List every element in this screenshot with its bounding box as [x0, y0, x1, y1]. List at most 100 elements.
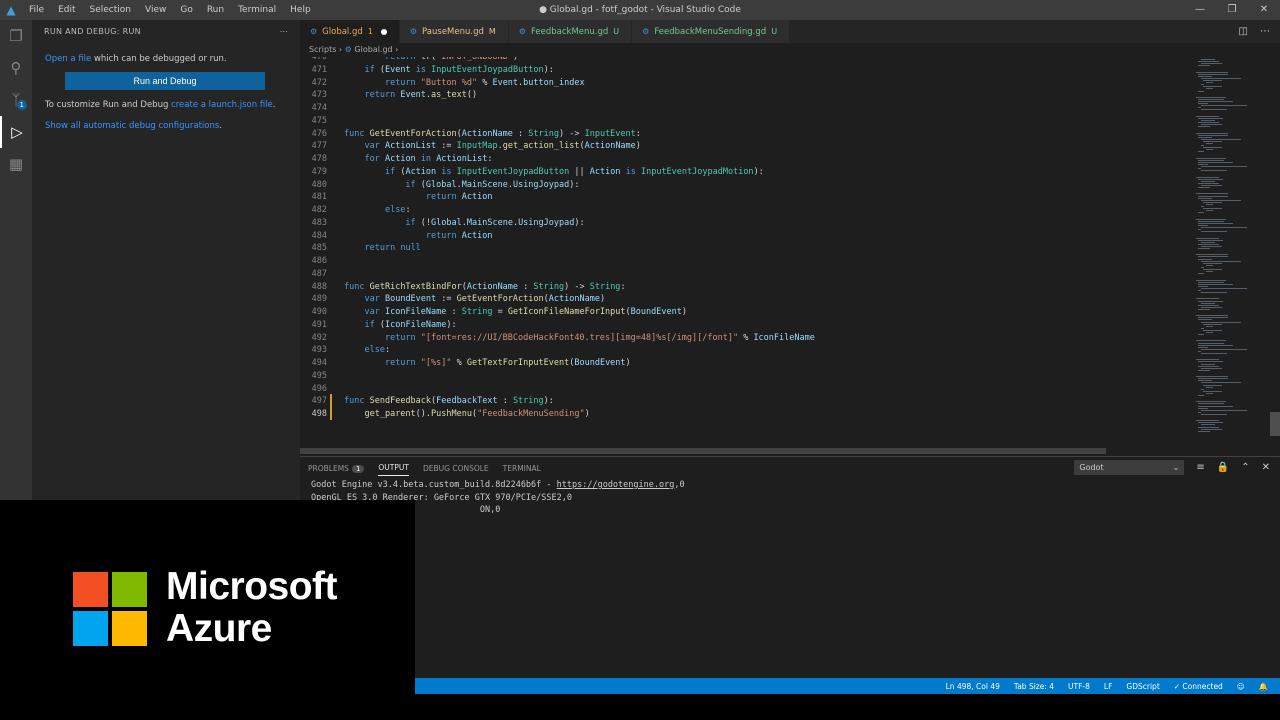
cursor-position[interactable]: Ln 498, Col 49 [946, 682, 1000, 691]
unsaved-dot-icon[interactable] [380, 28, 387, 35]
close-icon[interactable]: ✕ [1248, 0, 1280, 20]
split-editor-icon[interactable]: ◫ [1239, 20, 1248, 43]
run-debug-icon[interactable]: ▷ [0, 116, 32, 148]
code-text: return "[%s]" % GetTextForInputEvent(Bou… [384, 358, 631, 368]
search-icon[interactable]: ⚲ [0, 52, 32, 84]
feedback-icon[interactable]: ☺ [1237, 682, 1245, 691]
code-line[interactable]: 488 func GetRichTextBindFor(ActionName : … [300, 281, 1190, 294]
menu-view[interactable]: View [138, 0, 173, 20]
tab-debug-console[interactable]: DEBUG CONSOLE [423, 464, 489, 473]
line-number: 478 [311, 154, 327, 164]
godot-link[interactable]: https://godotengine.org [557, 480, 675, 490]
line-ending[interactable]: LF [1104, 682, 1113, 691]
minimap-line [1198, 151, 1205, 153]
minimap-line [1203, 86, 1223, 88]
lock-icon[interactable]: 🔒 [1217, 462, 1229, 473]
close-panel-icon[interactable]: ✕ [1262, 462, 1270, 473]
code-line[interactable]: 477 var ActionList := InputMap.get_actio… [300, 140, 1190, 153]
tab-terminal[interactable]: TERMINAL [503, 464, 541, 473]
code-line[interactable]: 490 var IconFileName : String = GetIconF… [300, 306, 1190, 319]
code-line[interactable]: 489 var BoundEvent := GetEventForAction(… [300, 293, 1190, 306]
source-control-icon[interactable]: ᛉ1 [0, 84, 32, 116]
encoding[interactable]: UTF-8 [1068, 682, 1090, 691]
logo-yellow-square [112, 611, 147, 646]
code-line[interactable]: 481 return Action [300, 191, 1190, 204]
code-line[interactable]: 475 [300, 115, 1190, 128]
code-line[interactable]: 479 if (Action is InputEventJoypadButton… [300, 166, 1190, 179]
menu-terminal[interactable]: Terminal [231, 0, 283, 20]
menu-edit[interactable]: Edit [51, 0, 82, 20]
code-line[interactable]: 498 get_parent().PushMenu("FeedbackMenuS… [300, 408, 1190, 421]
open-file-link[interactable]: Open a file [45, 54, 91, 64]
language-mode[interactable]: GDScript [1126, 682, 1159, 691]
code-line[interactable]: 474 [300, 102, 1190, 115]
code-line[interactable]: 476 func GetEventForAction(ActionName : S… [300, 128, 1190, 141]
tab-global-gd[interactable]: ⚙ Global.gd 1 [300, 20, 400, 43]
run-debug-sidebar: RUN AND DEBUG: RUN ⋯ Open a file which c… [32, 20, 300, 500]
tab-output[interactable]: OUTPUT [378, 461, 409, 476]
line-number: 479 [311, 166, 327, 177]
code-line[interactable]: 491 if (IconFileName): [300, 319, 1190, 332]
clear-output-icon[interactable]: ≡ [1196, 462, 1204, 473]
vertical-scroll-thumb[interactable] [1270, 412, 1280, 436]
code-line[interactable]: 480 if (Global.MainScene.UsingJoypad): [300, 179, 1190, 192]
menu-file[interactable]: File [22, 0, 51, 20]
breadcrumb-folder[interactable]: Scripts [309, 45, 336, 54]
logo-red-square [73, 572, 108, 607]
code-line[interactable]: 472 return "Button %d" % Event.button_in… [300, 77, 1190, 90]
code-line[interactable]: 484 return Action [300, 230, 1190, 243]
notifications-icon[interactable]: 🔔 [1259, 682, 1268, 691]
create-launch-json-link[interactable]: create a launch.json file [171, 100, 273, 110]
breadcrumb-file[interactable]: Global.gd [354, 45, 392, 54]
minimap-line [1200, 59, 1216, 60]
tab-pausemenu-gd[interactable]: ⚙ PauseMenu.gd M [399, 20, 509, 43]
more-actions-icon[interactable]: ⋯ [1260, 20, 1270, 43]
minimap-line [1200, 170, 1228, 172]
menu-help[interactable]: Help [283, 0, 318, 20]
show-debug-configs-link[interactable]: Show all automatic debug configurations [45, 121, 219, 131]
connection-status[interactable]: ✓ Connected [1174, 682, 1223, 691]
minimize-icon[interactable]: — [1184, 0, 1216, 20]
line-number: 496 [311, 383, 327, 394]
code-line[interactable]: 471 if (Event is InputEventJoypadButton)… [300, 64, 1190, 77]
extensions-icon[interactable]: ▦ [0, 148, 32, 180]
horizontal-scrollbar[interactable] [300, 448, 1106, 454]
code-line[interactable]: 478 for Action in ActionList: [300, 153, 1190, 166]
output-channel-select[interactable]: Godot ⌄ [1074, 460, 1185, 475]
minimap-line [1196, 401, 1227, 403]
code-line[interactable]: 487 [300, 268, 1190, 281]
minimap-line [1200, 119, 1216, 121]
line-number: 482 [311, 205, 327, 215]
code-line[interactable]: 492 return "[font=res://UI/BBCodeHackFon… [300, 332, 1190, 345]
code-line[interactable]: 493 else: [300, 344, 1190, 357]
code-line[interactable]: 495 [300, 370, 1190, 383]
run-and-debug-button[interactable]: Run and Debug [65, 72, 265, 90]
menu-selection[interactable]: Selection [83, 0, 138, 20]
maximize-panel-icon[interactable]: ⌃ [1241, 462, 1249, 473]
code-line[interactable]: 483 if (!Global.MainScene.UsingJoypad): [300, 217, 1190, 230]
menu-run[interactable]: Run [200, 0, 231, 20]
code-line[interactable]: 496 [300, 383, 1190, 396]
minimap-line [1198, 75, 1213, 77]
code-editor[interactable]: 470 return tr("INPUT_UNBOUND") 471 if (Ev… [300, 57, 1190, 455]
code-line[interactable]: 497 func SendFeedback(FeedbackText : Stri… [300, 395, 1190, 408]
code-text: get_parent().PushMenu("FeedbackMenuSendi… [364, 409, 590, 419]
code-line[interactable]: 494 return "[%s]" % GetTextForInputEvent… [300, 357, 1190, 370]
tab-feedbackmenu-gd[interactable]: ⚙ FeedbackMenu.gd U [508, 20, 633, 43]
tab-problems[interactable]: PROBLEMS 1 [308, 464, 365, 473]
code-line[interactable]: 473 return Event.as_text() [300, 89, 1190, 102]
explorer-icon[interactable]: ❐ [0, 20, 32, 52]
minimap-line [1200, 292, 1228, 294]
code-line[interactable]: 485 return null [300, 242, 1190, 255]
code-line[interactable]: 486 [300, 255, 1190, 268]
code-line[interactable]: 482 else: [300, 204, 1190, 217]
minimap-line [1196, 71, 1228, 73]
tab-feedbackmenusending-gd[interactable]: ⚙ FeedbackMenuSending.gd U [632, 20, 791, 43]
tab-size[interactable]: Tab Size: 4 [1014, 682, 1054, 691]
vertical-scrollbar[interactable] [1270, 57, 1280, 455]
minimap[interactable] [1190, 57, 1270, 455]
restore-icon[interactable]: ❐ [1216, 0, 1248, 20]
minimap-line [1200, 145, 1204, 147]
more-actions-icon[interactable]: ⋯ [280, 27, 288, 36]
menu-go[interactable]: Go [173, 0, 199, 20]
